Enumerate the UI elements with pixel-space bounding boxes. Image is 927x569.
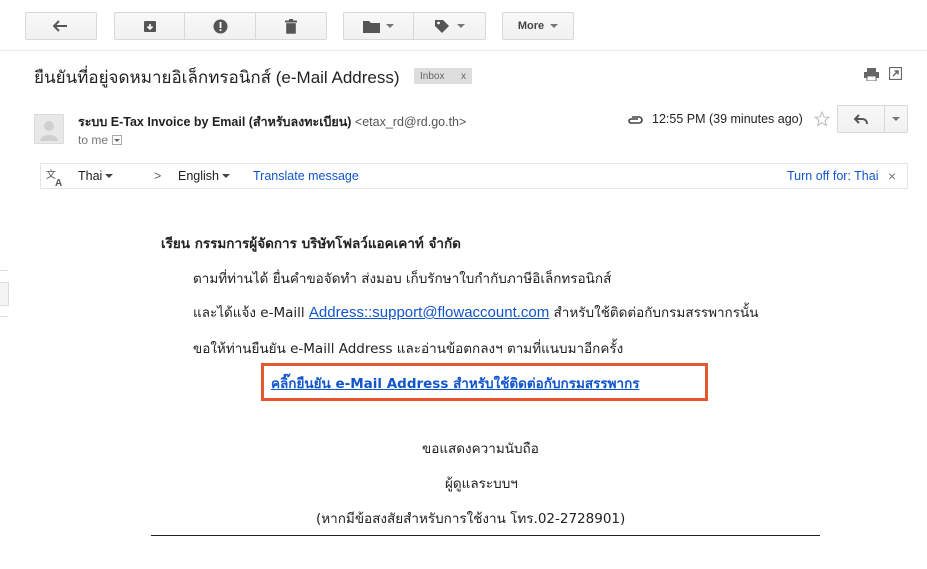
reply-icon	[854, 113, 868, 124]
side-panel-edge	[0, 316, 8, 317]
report-spam-button[interactable]	[185, 12, 256, 40]
chevron-down-icon	[550, 24, 559, 28]
body-line-2-suffix: สำหรับใช้ติดต่อกับกรมสรรพากรนั้น	[549, 305, 759, 321]
folder-icon	[363, 20, 380, 33]
chevron-down-icon	[892, 117, 900, 121]
action-button-group	[114, 12, 327, 40]
labels-button[interactable]	[414, 12, 486, 40]
translate-arrow: >	[154, 169, 162, 183]
email-subject: ยืนยันที่อยู่จดหมายอิเล็กทรอนิกส์ (e-Mai…	[34, 68, 400, 87]
back-button[interactable]	[25, 12, 97, 40]
sender-email: <etax_rd@rd.go.th>	[354, 115, 467, 129]
confirm-email-link[interactable]: คลิ๊กยืนยัน e-Mail Address สำหรับใช้ติดต…	[271, 372, 640, 394]
message-timestamp: 12:55 PM (39 minutes ago)	[652, 112, 803, 126]
sender-avatar[interactable]	[34, 114, 64, 144]
target-language-value: English	[178, 169, 219, 183]
closing-regards: ขอแสดงความนับถือ	[422, 441, 539, 457]
close-translate-bar-button[interactable]: ×	[888, 168, 896, 184]
trash-icon	[285, 18, 297, 34]
footer-rule	[151, 535, 820, 536]
archive-icon	[143, 21, 156, 32]
side-panel-edge	[0, 270, 8, 271]
chevron-down-icon	[456, 24, 465, 28]
translate-message-link[interactable]: Translate message	[253, 169, 359, 183]
more-button-label: More	[517, 20, 545, 32]
body-line-1: ตามที่ท่านได้ ยื่นคำขอจัดทำ ส่งมอบ เก็บร…	[193, 271, 612, 287]
inbox-label-text: Inbox	[420, 70, 445, 82]
body-line-2: และได้แจ้ง e-Maill Address::support@flow…	[193, 301, 758, 323]
greeting-line: เรียน กรรมการผู้จัดการ บริษัทโฟลว์แอคเคา…	[161, 236, 461, 252]
reply-button[interactable]	[837, 105, 885, 133]
translate-icon: 文 A	[46, 168, 62, 187]
recipient-line: to me	[78, 133, 123, 147]
archive-button[interactable]	[114, 12, 185, 40]
closing-admin: ผู้ดูแลระบบฯ	[445, 476, 518, 492]
chevron-down-icon	[222, 174, 230, 178]
closing-contact: (หากมีข้อสงสัยสำหรับการใช้งาน โทร.02-272…	[316, 511, 626, 527]
sender-line: ระบบ E-Tax Invoice by Email (สำหรับลงทะเ…	[78, 112, 466, 132]
target-language-select[interactable]: English	[178, 169, 230, 183]
inbox-label-chip[interactable]: Inbox x	[414, 68, 472, 84]
chevron-down-icon	[105, 174, 114, 178]
recipient-text: to me	[78, 133, 109, 147]
svg-text:A: A	[55, 178, 62, 187]
turn-off-translation-link[interactable]: Turn off for: Thai	[787, 169, 878, 183]
source-language-value: Thai	[78, 169, 103, 183]
translate-bar: 文 A Thai > English Translate message Tur…	[40, 163, 908, 189]
show-details-button[interactable]	[112, 135, 123, 145]
new-window-icon[interactable]	[889, 67, 902, 80]
support-email-link[interactable]: Address::support@flowaccount.com	[309, 304, 549, 321]
tag-icon	[434, 20, 449, 33]
more-button[interactable]: More	[502, 12, 574, 40]
move-to-button[interactable]	[343, 12, 414, 40]
chevron-down-icon	[114, 138, 121, 142]
reply-options-button[interactable]	[884, 105, 908, 133]
body-line-3: ขอให้ท่านยืนยัน e-Maill Address และอ่านข…	[193, 341, 624, 357]
star-icon[interactable]	[814, 111, 830, 127]
print-icon[interactable]	[864, 68, 879, 81]
source-language-select[interactable]: Thai	[78, 169, 114, 183]
back-arrow-icon	[53, 20, 67, 32]
report-spam-icon	[213, 19, 227, 33]
person-icon	[40, 121, 58, 141]
remove-label-button[interactable]: x	[461, 71, 466, 82]
organize-button-group	[343, 12, 486, 40]
sender-name[interactable]: ระบบ E-Tax Invoice by Email (สำหรับลงทะเ…	[78, 115, 351, 129]
body-line-2-prefix: และได้แจ้ง e-Maill	[193, 305, 309, 321]
toolbar-divider	[0, 50, 927, 51]
attachment-icon	[628, 116, 643, 124]
chevron-down-icon	[386, 24, 394, 28]
side-panel-tab[interactable]	[0, 282, 9, 306]
delete-button[interactable]	[256, 12, 327, 40]
